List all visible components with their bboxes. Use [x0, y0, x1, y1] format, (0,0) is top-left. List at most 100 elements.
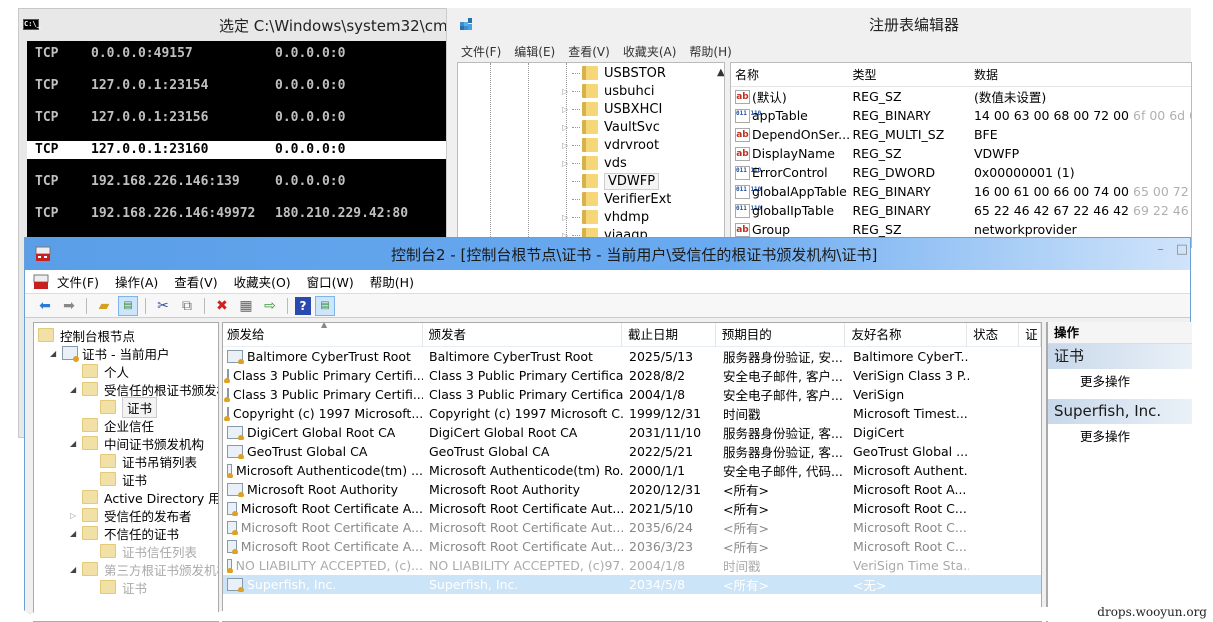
mmc-menu-window[interactable]: 窗口(W) [307, 272, 354, 291]
registry-value-row[interactable]: ab (默认) REG_SZ (数值未设置) [731, 87, 1191, 106]
show-hide-action-pane-icon[interactable]: ▤ [315, 295, 335, 316]
column-expiration[interactable]: 截止日期 [622, 323, 716, 347]
certificate-row[interactable]: Microsoft Root Certificate A... Microsoft… [223, 518, 1041, 537]
regedit-titlebar[interactable]: 注册表编辑器 [447, 8, 1191, 40]
certificate-row[interactable]: Copyright (c) 1997 Microsoft... Copyright… [223, 404, 1041, 423]
certificate-row[interactable]: NO LIABILITY ACCEPTED, (c)... NO LIABILIT… [223, 556, 1041, 575]
mmc-menu-action[interactable]: 操作(A) [115, 272, 158, 291]
copy-icon[interactable]: ⧉ [177, 296, 197, 316]
expand-toggle-icon[interactable] [70, 385, 82, 394]
console-tree-node[interactable]: 证书 [88, 578, 147, 596]
console-tree-node[interactable]: 证书 [88, 470, 147, 488]
more-actions-link[interactable]: 更多操作 [1048, 424, 1192, 449]
mmc-menu-help[interactable]: 帮助(H) [370, 272, 414, 291]
registry-value-row[interactable]: 011 110 appTable REG_BINARY 14 00 63 00 68 … [731, 106, 1191, 125]
maximize-button[interactable]: □ [1176, 242, 1188, 257]
expand-toggle-icon[interactable] [70, 529, 82, 538]
certificate-row[interactable]: Microsoft Authenticode(tm) ... Microsoft … [223, 461, 1041, 480]
column-data[interactable]: 数据 [972, 66, 1191, 83]
registry-value-row[interactable]: 011 110 globalAppTable REG_BINARY 16 00 61 … [731, 182, 1191, 201]
certificate-row[interactable]: GeoTrust Global CA GeoTrust Global CA 2022… [223, 442, 1041, 461]
console-tree-node[interactable]: 控制台根节点 [38, 326, 135, 344]
console-tree-node[interactable]: 证书信任列表 [88, 542, 197, 560]
certificate-row[interactable]: Superfish, Inc. Superfish, Inc. 2034/5/8 <所… [223, 575, 1041, 594]
certificate-row[interactable]: Microsoft Root Certificate A... Microsoft… [223, 537, 1041, 556]
expand-arrow-icon[interactable]: ▷ [562, 159, 572, 168]
column-issued-by[interactable]: 颁发者 [423, 323, 622, 347]
help-icon[interactable]: ? [295, 296, 311, 315]
expand-arrow-icon[interactable]: ▷ [562, 105, 572, 114]
column-friendly-name[interactable]: 友好名称 [845, 323, 968, 347]
certificate-row[interactable]: Baltimore CyberTrust Root Baltimore Cyber… [223, 347, 1041, 366]
action-group-selected-cert[interactable]: Superfish, Inc. [1048, 399, 1192, 424]
registry-key[interactable]: VDWFP [562, 172, 660, 190]
expand-toggle-icon[interactable] [70, 439, 82, 448]
export-icon[interactable]: ⇨ [260, 296, 280, 316]
expand-arrow-icon[interactable]: ▷ [562, 213, 572, 222]
console-tree-node[interactable]: 不信任的证书 [70, 524, 179, 542]
up-folder-icon[interactable]: ▰ [94, 296, 114, 316]
minimize-button[interactable]: – [1157, 242, 1164, 257]
registry-value-row[interactable]: 011 110 ErrorControl REG_DWORD 0x00000001 (… [731, 163, 1191, 182]
mmc-menu-file[interactable]: 文件(F) [57, 272, 99, 291]
mmc-menu-view[interactable]: 查看(V) [174, 272, 217, 291]
console-tree-node[interactable]: 个人 [70, 362, 129, 380]
console-tree-node[interactable]: 企业信任 [70, 416, 154, 434]
expand-toggle-icon[interactable] [70, 511, 82, 520]
more-actions-link[interactable]: 更多操作 [1048, 369, 1192, 394]
cmd-titlebar[interactable]: C:\_ 选定 C:\Windows\system32\cmd [19, 9, 457, 41]
console-tree-node[interactable]: 受信任的根证书颁发机构 [70, 380, 218, 398]
column-purposes[interactable]: 预期目的 [716, 323, 846, 347]
registry-value-row[interactable]: 011 110 globalIpTable REG_BINARY 65 22 46 4… [731, 201, 1191, 220]
certificate-row[interactable]: Class 3 Public Primary Certifi... Class 3… [223, 366, 1041, 385]
column-name[interactable]: 名称 [731, 66, 850, 83]
back-arrow-icon[interactable]: ⬅ [35, 296, 55, 316]
registry-key[interactable]: ▷ vdrvroot [562, 136, 659, 154]
console-tree-node[interactable]: 中间证书颁发机构 [70, 434, 204, 452]
console-tree-node[interactable]: 受信任的发布者 [70, 506, 192, 524]
regedit-menu-favorites[interactable]: 收藏夹(A) [623, 43, 677, 60]
column-template[interactable]: 证 [1019, 323, 1041, 347]
registry-key[interactable]: ▷ vhdmp [562, 208, 649, 226]
mmc-menu-favorites[interactable]: 收藏夹(O) [234, 272, 291, 291]
certificate-row[interactable]: Microsoft Root Certificate A... Microsoft… [223, 499, 1041, 518]
scroll-up-arrow[interactable]: ▲ [717, 67, 724, 78]
certificate-row[interactable]: Microsoft Root Authority Microsoft Root A… [223, 480, 1041, 499]
regedit-menu-file[interactable]: 文件(F) [461, 43, 501, 60]
console-tree-node[interactable]: 证书 - 当前用户 [50, 344, 169, 362]
registry-key[interactable]: ▷ usbuhci [562, 82, 655, 100]
expand-arrow-icon[interactable]: ▷ [562, 87, 572, 96]
show-hide-tree-icon[interactable]: ▤ [118, 295, 138, 316]
properties-icon[interactable]: ▦ [236, 296, 256, 316]
console-tree-node[interactable]: 证书 [88, 396, 158, 418]
registry-value-row[interactable]: ab DependOnSer... REG_MULTI_SZ BFE [731, 125, 1191, 144]
mmc-titlebar[interactable]: 控制台2 - [控制台根节点\证书 - 当前用户\受信任的根证书颁发机构\证书]… [25, 238, 1190, 270]
registry-key[interactable]: ▷ vds [562, 154, 627, 172]
expand-toggle-icon[interactable] [50, 349, 62, 358]
column-status[interactable]: 状态 [967, 323, 1020, 347]
registry-key[interactable]: ▷ VaultSvc [562, 118, 660, 136]
certificate-row[interactable]: Class 3 Public Primary Certifi... Class 3… [223, 385, 1041, 404]
registry-value-row[interactable]: ab DisplayName REG_SZ VDWFP [731, 144, 1191, 163]
registry-key[interactable]: VerifierExt [562, 190, 671, 208]
mmc-menu-icon[interactable] [33, 274, 49, 290]
certificate-row[interactable]: DigiCert Global Root CA DigiCert Global R… [223, 423, 1041, 442]
column-type[interactable]: 类型 [850, 66, 971, 83]
regedit-menu-help[interactable]: 帮助(H) [689, 43, 731, 60]
mmc-console-tree[interactable]: 控制台根节点证书 - 当前用户个人受信任的根证书颁发机构证书企业信任中间证书颁发… [33, 322, 219, 622]
expand-toggle-icon[interactable] [70, 565, 82, 574]
action-group-certificates[interactable]: 证书 [1048, 344, 1192, 369]
regedit-menu-edit[interactable]: 编辑(E) [514, 43, 555, 60]
registry-key[interactable]: USBSTOR [562, 64, 666, 82]
cut-icon[interactable]: ✂ [153, 296, 173, 316]
delete-icon[interactable]: ✖ [212, 296, 232, 316]
forward-arrow-icon[interactable]: ➡ [59, 296, 79, 316]
console-tree-node[interactable]: Active Directory 用户对象 [70, 488, 218, 506]
regedit-key-tree[interactable]: ▲ USBSTOR ▷ usbuhci ▷ USBXHCI ▷ VaultSvc ▷ vdrvr… [457, 62, 725, 248]
expand-arrow-icon[interactable]: ▷ [562, 141, 572, 150]
regedit-menu-view[interactable]: 查看(V) [568, 43, 610, 60]
registry-key[interactable]: ▷ USBXHCI [562, 100, 662, 118]
expand-arrow-icon[interactable]: ▷ [562, 123, 572, 132]
console-tree-node[interactable]: 第三方根证书颁发机构 [70, 560, 218, 578]
console-tree-node[interactable]: 证书吊销列表 [88, 452, 197, 470]
